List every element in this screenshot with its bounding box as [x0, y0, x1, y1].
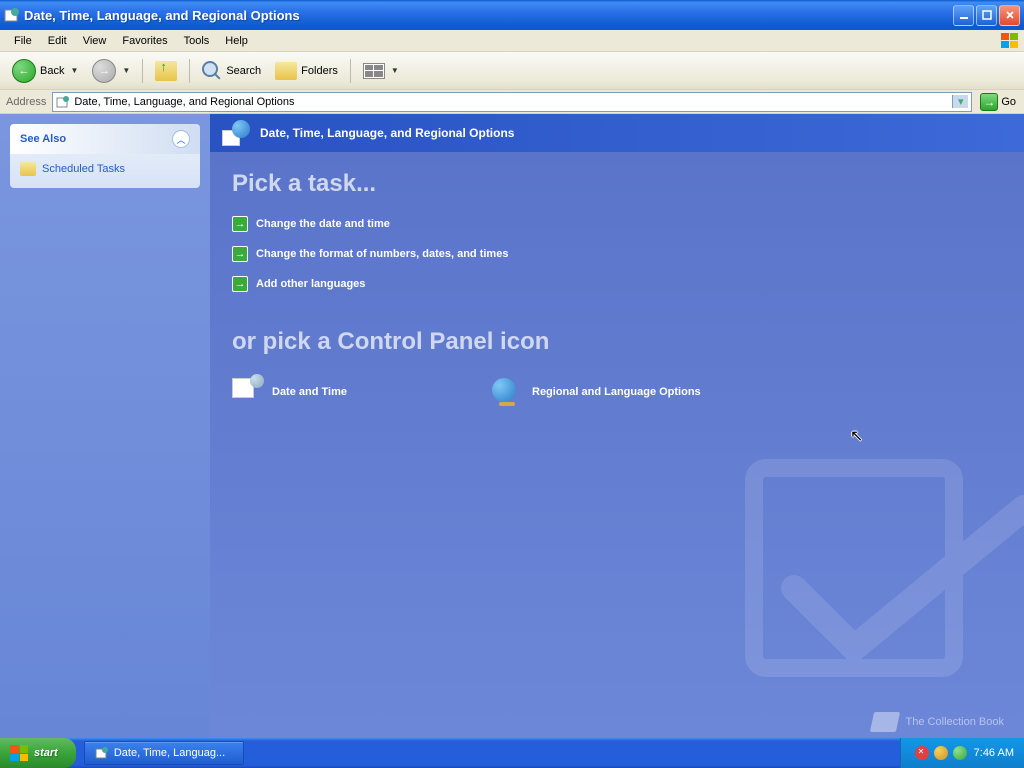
category-icon — [222, 120, 250, 146]
menu-favorites[interactable]: Favorites — [114, 33, 175, 49]
search-button[interactable]: Search — [196, 58, 267, 84]
content-area: See Also ︿ Scheduled Tasks Date, Time, L… — [0, 114, 1024, 738]
taskbar-button-explorer[interactable]: Date, Time, Languag... — [84, 741, 244, 765]
main-pane: Date, Time, Language, and Regional Optio… — [210, 114, 1024, 738]
category-header: Date, Time, Language, and Regional Optio… — [210, 114, 1024, 152]
back-dropdown-icon[interactable]: ▼ — [70, 66, 78, 75]
menu-help[interactable]: Help — [217, 33, 256, 49]
toolbar-separator — [350, 59, 351, 83]
task-change-format[interactable]: → Change the format of numbers, dates, a… — [232, 246, 1002, 262]
task-add-languages[interactable]: → Add other languages — [232, 276, 1002, 292]
taskbar-button-icon — [95, 746, 109, 760]
date-and-time-link[interactable]: Date and Time — [232, 378, 452, 406]
address-bar: Address Date, Time, Language, and Region… — [0, 90, 1024, 114]
close-button[interactable] — [999, 5, 1020, 26]
scheduled-tasks-label: Scheduled Tasks — [42, 163, 125, 175]
collapse-icon[interactable]: ︿ — [172, 130, 190, 148]
views-icon — [363, 63, 385, 79]
regional-label: Regional and Language Options — [532, 386, 701, 398]
folders-button[interactable]: Folders — [269, 59, 344, 83]
date-time-label: Date and Time — [272, 386, 347, 398]
sidebar: See Also ︿ Scheduled Tasks — [0, 114, 210, 738]
start-button[interactable]: start — [0, 738, 76, 768]
views-button[interactable]: ▼ — [357, 60, 405, 82]
pick-a-task-heading: Pick a task... — [232, 170, 1002, 198]
forward-icon: → — [92, 59, 116, 83]
scheduled-tasks-link[interactable]: Scheduled Tasks — [20, 162, 190, 176]
task-label: Add other languages — [256, 278, 365, 290]
regional-icon — [492, 378, 522, 406]
task-label: Change the date and time — [256, 218, 390, 230]
search-icon — [202, 61, 222, 81]
task-label: Change the format of numbers, dates, and… — [256, 248, 508, 260]
window-icon — [4, 7, 20, 23]
tray-security-icon[interactable] — [915, 746, 929, 760]
go-icon: → — [980, 93, 998, 111]
window-title: Date, Time, Language, and Regional Optio… — [24, 8, 953, 23]
watermark-checkmark-icon — [724, 448, 1024, 758]
folders-label: Folders — [301, 65, 338, 77]
see-also-panel: See Also ︿ Scheduled Tasks — [10, 124, 200, 188]
windows-logo-icon — [10, 745, 28, 761]
book-icon — [869, 712, 899, 732]
menu-bar: File Edit View Favorites Tools Help — [0, 30, 1024, 52]
taskbar: start Date, Time, Languag... 7:46 AM — [0, 738, 1024, 768]
arrow-icon: → — [232, 216, 248, 232]
toolbar-separator — [189, 59, 190, 83]
control-panel-icon — [56, 95, 70, 109]
arrow-icon: → — [232, 276, 248, 292]
start-label: start — [34, 747, 58, 759]
go-label: Go — [1001, 96, 1016, 108]
category-title: Date, Time, Language, and Regional Optio… — [260, 126, 514, 140]
window-titlebar: Date, Time, Language, and Regional Optio… — [0, 0, 1024, 30]
taskbar-button-label: Date, Time, Languag... — [114, 747, 225, 759]
search-label: Search — [226, 65, 261, 77]
watermark-text: The Collection Book — [872, 712, 1004, 732]
taskbar-clock[interactable]: 7:46 AM — [974, 747, 1014, 759]
mouse-cursor-icon: ↖ — [850, 426, 863, 446]
menu-tools[interactable]: Tools — [176, 33, 218, 49]
arrow-icon: → — [232, 246, 248, 262]
forward-dropdown-icon[interactable]: ▼ — [122, 66, 130, 75]
address-value: Date, Time, Language, and Regional Optio… — [74, 96, 952, 108]
up-button[interactable] — [149, 58, 183, 84]
go-button[interactable]: → Go — [976, 93, 1020, 111]
main-body: Pick a task... → Change the date and tim… — [210, 152, 1024, 424]
address-dropdown-icon[interactable]: ▾ — [952, 95, 968, 108]
system-tray: 7:46 AM — [900, 738, 1024, 768]
date-time-icon — [232, 378, 262, 406]
scheduled-tasks-icon — [20, 162, 36, 176]
minimize-button[interactable] — [953, 5, 974, 26]
forward-button[interactable]: → ▼ — [86, 56, 136, 86]
maximize-button[interactable] — [976, 5, 997, 26]
toolbar-separator — [142, 59, 143, 83]
or-pick-heading: or pick a Control Panel icon — [232, 328, 1002, 356]
task-change-date-time[interactable]: → Change the date and time — [232, 216, 1002, 232]
regional-options-link[interactable]: Regional and Language Options — [492, 378, 712, 406]
menu-edit[interactable]: Edit — [40, 33, 75, 49]
tray-icon[interactable] — [953, 746, 967, 760]
back-label: Back — [40, 65, 64, 77]
standard-toolbar: ← Back ▼ → ▼ Search Folders ▼ — [0, 52, 1024, 90]
address-label: Address — [4, 96, 48, 108]
back-icon: ← — [12, 59, 36, 83]
tray-icon[interactable] — [934, 746, 948, 760]
address-field[interactable]: Date, Time, Language, and Regional Optio… — [52, 92, 972, 112]
watermark-label: The Collection Book — [906, 716, 1004, 728]
panel-body: Scheduled Tasks — [10, 154, 200, 188]
menu-view[interactable]: View — [75, 33, 115, 49]
task-list: → Change the date and time → Change the … — [232, 216, 1002, 292]
views-dropdown-icon[interactable]: ▼ — [391, 66, 399, 75]
folders-icon — [275, 62, 297, 80]
back-button[interactable]: ← Back ▼ — [6, 56, 84, 86]
see-also-title: See Also — [20, 133, 66, 145]
menu-file[interactable]: File — [6, 33, 40, 49]
panel-header[interactable]: See Also ︿ — [10, 124, 200, 154]
windows-flag-icon — [1000, 32, 1020, 50]
folder-up-icon — [155, 61, 177, 81]
control-panel-icons: Date and Time Regional and Language Opti… — [232, 378, 1002, 406]
